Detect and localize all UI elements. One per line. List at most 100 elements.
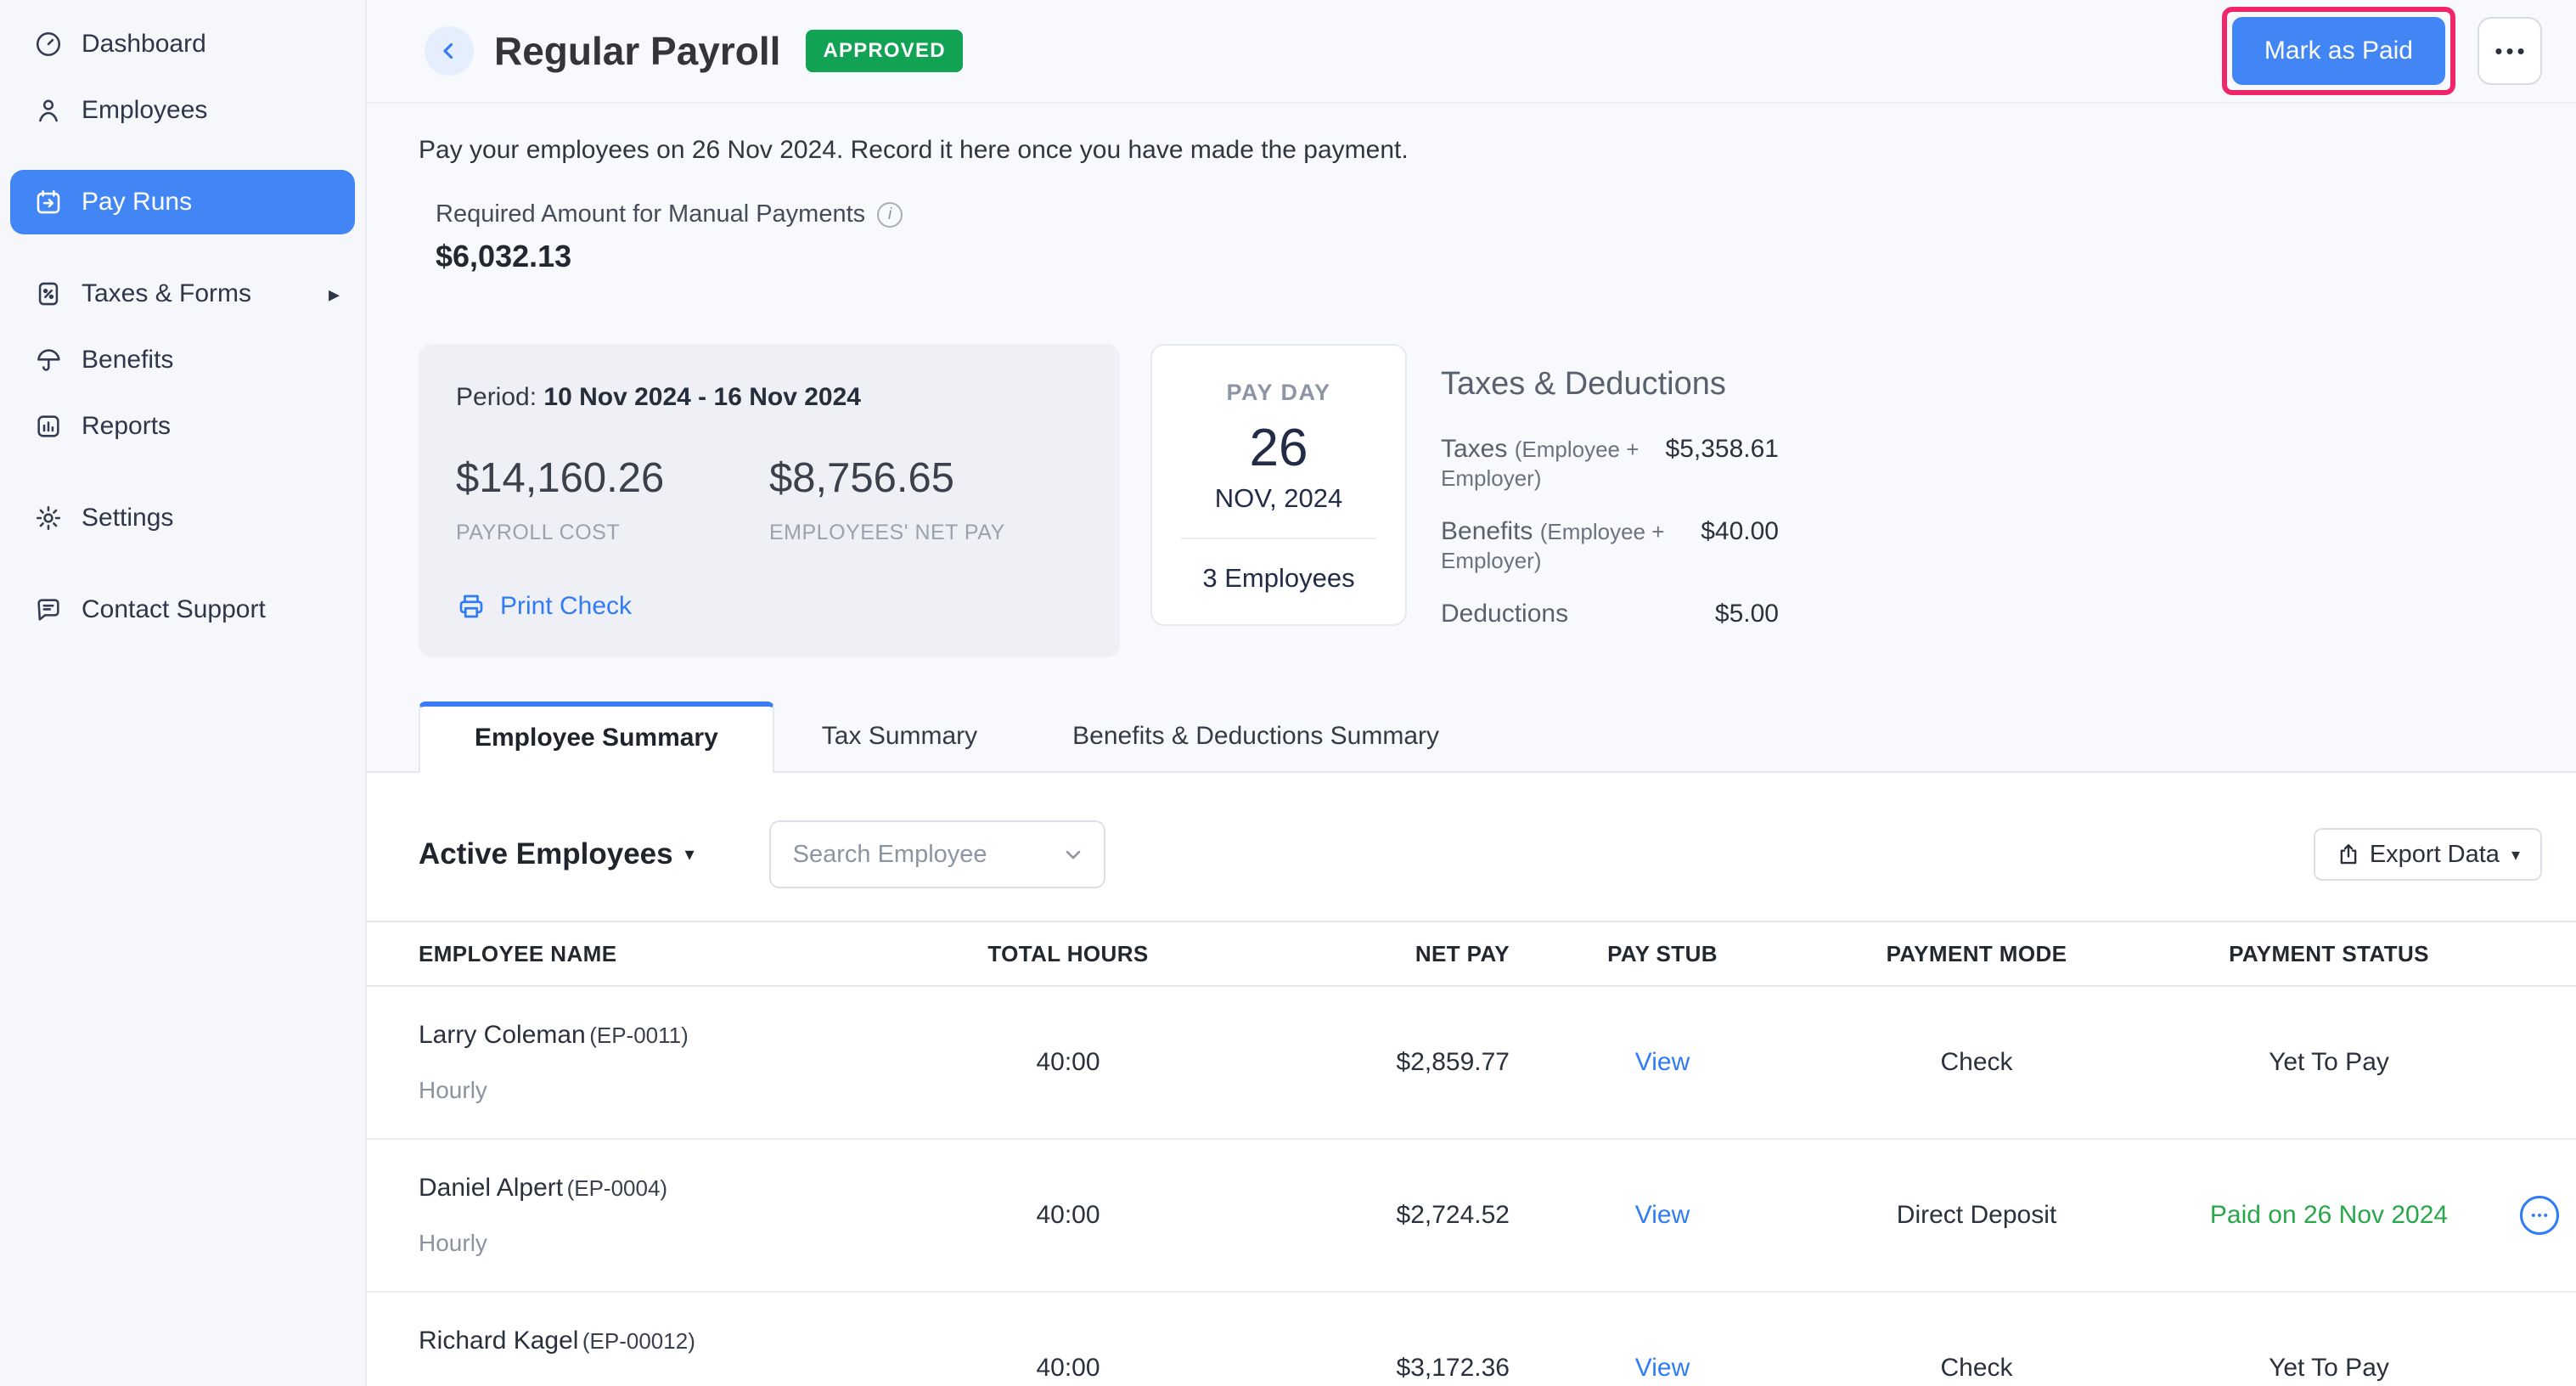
col-pay-stub: PAY STUB <box>1510 941 1815 967</box>
tab-benefits-deductions-summary[interactable]: Benefits & Deductions Summary <box>1025 701 1487 771</box>
search-employee-select[interactable]: Search Employee <box>769 820 1105 888</box>
sidebar-item-reports[interactable]: Reports <box>10 394 355 459</box>
tab-tax-summary[interactable]: Tax Summary <box>774 701 1025 771</box>
sidebar-item-label: Contact Support <box>82 595 266 624</box>
required-amount-value: $6,032.13 <box>436 239 2542 274</box>
employee-type: Hourly <box>419 1077 907 1104</box>
sidebar-item-dashboard[interactable]: Dashboard <box>10 12 355 76</box>
sidebar-item-label: Settings <box>82 504 173 532</box>
total-hours: 40:00 <box>907 1048 1229 1077</box>
pay-day-card: PAY DAY 26 NOV, 2024 3 Employees <box>1150 344 1407 626</box>
sidebar-item-settings[interactable]: Settings <box>10 486 355 550</box>
sidebar-item-contact-support[interactable]: Contact Support <box>10 578 355 642</box>
employee-id: (EP-00012) <box>582 1328 695 1354</box>
pay-day-label: PAY DAY <box>1167 380 1390 406</box>
print-check-link[interactable]: Print Check <box>456 591 632 622</box>
view-pay-stub-link[interactable]: View <box>1635 1354 1690 1382</box>
period-value: 10 Nov 2024 - 16 Nov 2024 <box>543 383 861 411</box>
search-placeholder: Search Employee <box>793 841 1061 869</box>
pay-period-card: Period: 10 Nov 2024 - 16 Nov 2024 $14,16… <box>419 344 1120 657</box>
payment-status: Paid on 26 Nov 2024 <box>2138 1201 2520 1230</box>
export-icon <box>2336 842 2361 867</box>
required-amount-label: Required Amount for Manual Payments <box>436 200 865 228</box>
chevron-down-icon <box>1061 842 1085 866</box>
export-data-button[interactable]: Export Data ▾ <box>2314 828 2542 881</box>
payment-status: Yet To Pay <box>2138 1354 2520 1383</box>
employee-name: Richard Kagel <box>419 1327 578 1355</box>
employee-type: Hourly <box>419 1230 907 1257</box>
view-pay-stub-link[interactable]: View <box>1635 1048 1690 1076</box>
employee-id: (EP-0004) <box>567 1175 668 1201</box>
table-controls: Active Employees ▾ Search Employee Expor… <box>367 773 2576 921</box>
status-badge: APPROVED <box>806 30 962 72</box>
col-employee-name: EMPLOYEE NAME <box>419 941 907 967</box>
pay-day-month-year: NOV, 2024 <box>1167 483 1390 514</box>
sidebar-item-label: Taxes & Forms <box>82 279 251 308</box>
employee-type: Salaried <box>419 1383 907 1386</box>
sidebar: Dashboard Employees Pay Runs Taxes & For… <box>0 0 367 1386</box>
table-row: Richard Kagel (EP-00012) Salaried 40:00 … <box>367 1293 2576 1386</box>
sidebar-item-label: Employees <box>82 96 207 125</box>
period-label: Period: <box>456 383 543 411</box>
sidebar-item-employees[interactable]: Employees <box>10 78 355 143</box>
sidebar-item-label: Reports <box>82 412 171 441</box>
employee-filter-dropdown[interactable]: Active Employees ▾ <box>419 837 695 871</box>
printer-icon <box>456 591 487 622</box>
sidebar-item-label: Benefits <box>82 346 173 375</box>
more-actions-button[interactable]: ••• <box>2478 17 2542 85</box>
row-actions-button[interactable]: ••• <box>2520 1196 2559 1235</box>
table-row: Daniel Alpert (EP-0004) Hourly 40:00 $2,… <box>367 1140 2576 1293</box>
main-panel: Regular Payroll APPROVED Mark as Paid ••… <box>367 0 2576 1386</box>
sidebar-item-pay-runs[interactable]: Pay Runs <box>10 170 355 234</box>
col-payment-mode: PAYMENT MODE <box>1815 941 2138 967</box>
payroll-cost-value: $14,160.26 <box>456 454 769 502</box>
caret-down-icon: ▾ <box>2511 844 2520 865</box>
sidebar-item-taxes-forms[interactable]: Taxes & Forms ▸ <box>10 262 355 326</box>
taxes-forms-icon <box>34 279 63 308</box>
dashboard-icon <box>34 30 63 59</box>
taxes-row: Taxes (Employee + Employer) $5,358.61 <box>1441 435 1779 493</box>
sidebar-item-label: Pay Runs <box>82 188 192 217</box>
total-hours: 40:00 <box>907 1354 1229 1383</box>
col-total-hours: TOTAL HOURS <box>907 941 1229 967</box>
employee-name: Larry Coleman <box>419 1021 586 1049</box>
payment-mode: Check <box>1815 1354 2138 1383</box>
page-header: Regular Payroll APPROVED Mark as Paid ••… <box>367 0 2576 104</box>
employee-name: Daniel Alpert <box>419 1174 563 1202</box>
caret-down-icon: ▾ <box>685 843 695 865</box>
mark-as-paid-button[interactable]: Mark as Paid <box>2232 17 2445 85</box>
pay-runs-icon <box>34 188 63 217</box>
required-amount-block: Required Amount for Manual Payments i $6… <box>436 200 2542 274</box>
table-row: Larry Coleman (EP-0011) Hourly 40:00 $2,… <box>367 987 2576 1140</box>
tab-employee-summary[interactable]: Employee Summary <box>419 701 774 773</box>
col-payment-status: PAYMENT STATUS <box>2138 941 2520 967</box>
chevron-right-icon: ▸ <box>329 281 340 307</box>
benefits-row: Benefits (Employee + Employer) $40.00 <box>1441 517 1779 575</box>
info-icon[interactable]: i <box>877 202 903 228</box>
net-pay: $2,859.77 <box>1229 1048 1510 1077</box>
app-window: Dashboard Employees Pay Runs Taxes & For… <box>0 0 2576 1386</box>
net-pay: $2,724.52 <box>1229 1201 1510 1230</box>
benefits-icon <box>34 346 63 375</box>
col-net-pay: NET PAY <box>1229 941 1510 967</box>
payment-status: Yet To Pay <box>2138 1048 2520 1077</box>
taxes-deductions-block: Taxes & Deductions Taxes (Employee + Emp… <box>1441 366 1779 653</box>
back-button[interactable] <box>425 26 474 76</box>
chat-support-icon <box>34 595 63 624</box>
net-pay: $3,172.36 <box>1229 1354 1510 1383</box>
employees-icon <box>34 96 63 125</box>
payroll-summary-section: Pay your employees on 26 Nov 2024. Recor… <box>367 104 2576 657</box>
deductions-row: Deductions $5.00 <box>1441 600 1779 628</box>
payment-mode: Check <box>1815 1048 2138 1077</box>
reports-icon <box>34 412 63 441</box>
employee-id: (EP-0011) <box>589 1023 689 1048</box>
view-pay-stub-link[interactable]: View <box>1635 1201 1690 1229</box>
payment-mode: Direct Deposit <box>1815 1201 2138 1230</box>
net-pay-value: $8,756.65 <box>769 454 1083 502</box>
employee-summary-panel: Active Employees ▾ Search Employee Expor… <box>367 773 2576 1386</box>
annotation-highlight-box: Mark as Paid <box>2222 7 2455 95</box>
total-hours: 40:00 <box>907 1201 1229 1230</box>
sidebar-item-label: Dashboard <box>82 30 206 59</box>
pay-day-number: 26 <box>1167 418 1390 478</box>
sidebar-item-benefits[interactable]: Benefits <box>10 328 355 392</box>
